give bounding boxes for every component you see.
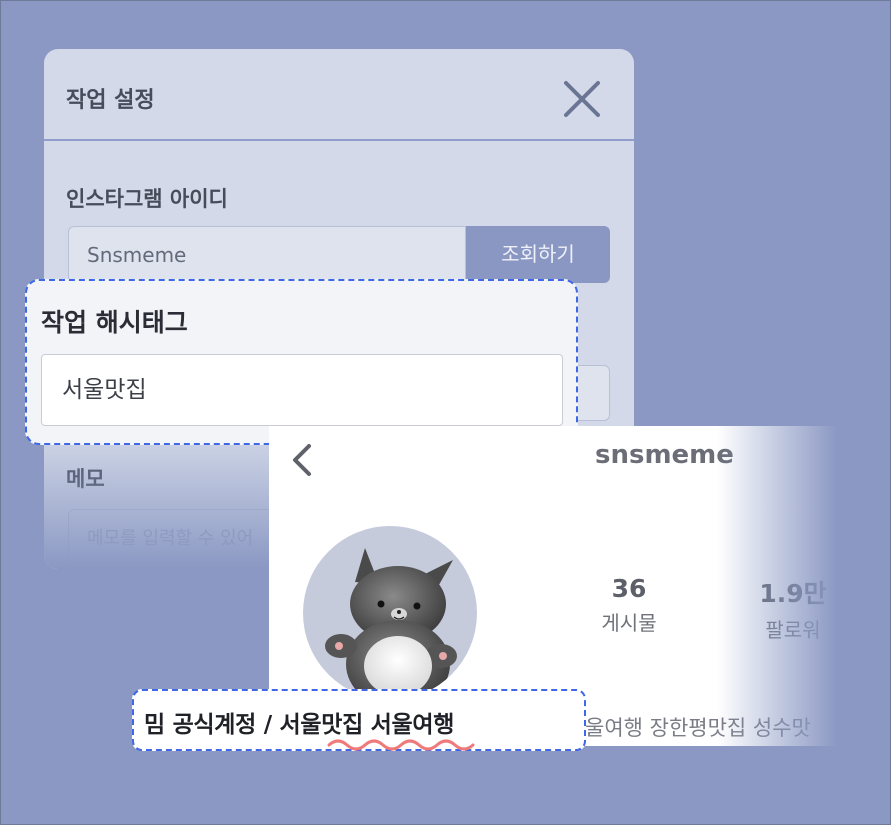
instagram-id-input[interactable]: Snsmeme [68,226,466,283]
memo-label: 메모 [66,467,105,491]
squiggle-underline [327,739,475,751]
posts-label: 게시물 [601,611,657,635]
profile-username: snsmeme [595,440,734,470]
close-button[interactable] [562,79,602,119]
hashtag-label: 작업 해시태그 [41,308,188,337]
followers-stat[interactable]: 1.9만 팔로워 [751,574,835,643]
hashtag-input[interactable]: 서울맛집 [41,354,563,426]
followers-count: 1.9만 [759,579,827,608]
posts-count: 36 [611,574,647,603]
modal-header: 작업 설정 [44,49,634,141]
followers-label: 팔로워 [765,618,821,642]
modal-title: 작업 설정 [66,88,155,113]
back-button[interactable] [289,442,315,478]
instagram-id-label: 인스타그램 아이디 [66,187,228,211]
bio-highlight-text: 밈 공식계정 / 서울맛집 서울여행 [144,712,455,738]
lookup-button[interactable]: 조회하기 [466,226,610,283]
back-arrow-icon [293,444,311,476]
close-icon [564,81,600,117]
posts-stat[interactable]: 36 게시물 [587,574,671,636]
hashtag-callout: 작업 해시태그 서울맛집 [25,279,578,445]
cat-plush-icon [325,548,457,700]
avatar[interactable] [303,526,477,700]
bio-overflow-text: 울여행 장한평맛집 성수맛 [585,716,811,740]
